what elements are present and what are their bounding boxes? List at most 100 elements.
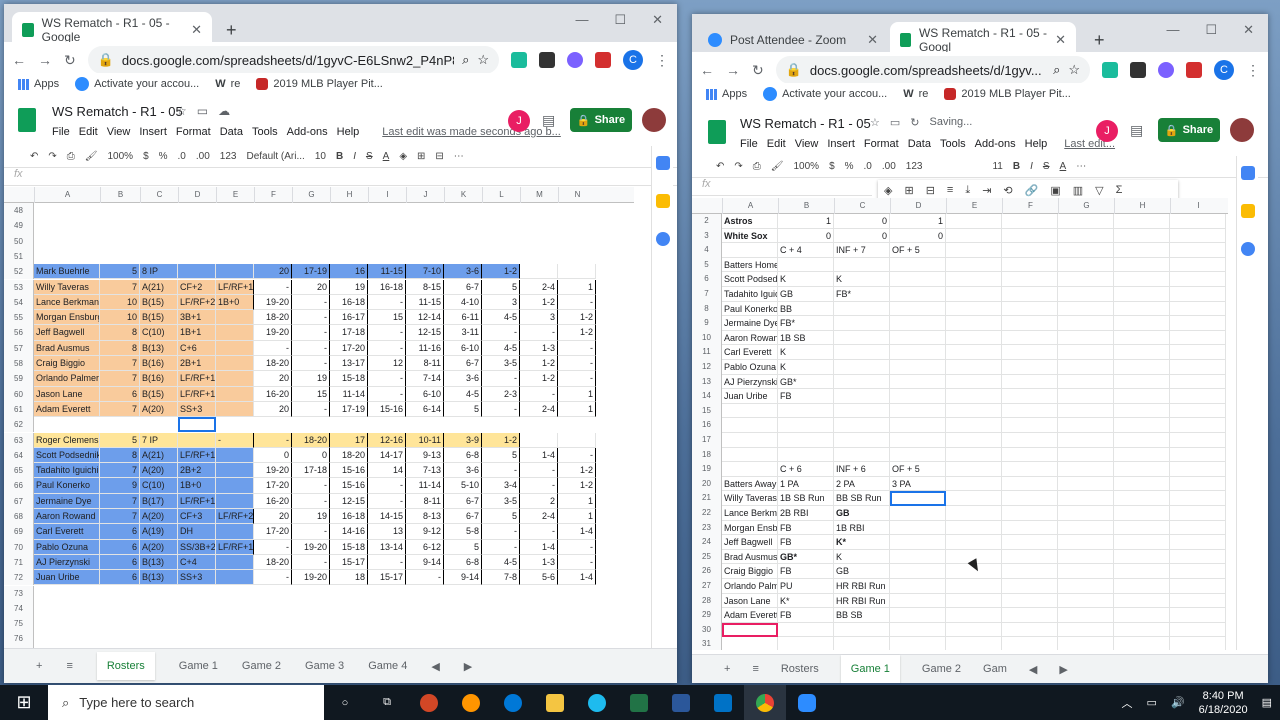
sheet-tab-game-1[interactable]: Game 1 [179,660,218,672]
grid-cell[interactable]: INF + 7 [834,243,890,258]
grid-cell[interactable] [1002,316,1058,331]
grid-cell[interactable]: 1 [558,386,596,402]
grid-cell[interactable] [1058,243,1114,258]
row-header[interactable]: 30 [692,622,722,638]
sheets-logo-icon[interactable] [708,120,726,144]
grid-cell[interactable] [178,264,216,280]
bookmark-item[interactable]: Activate your accou... [75,77,199,91]
grid-cell[interactable] [1170,389,1226,404]
close-tab-icon[interactable]: ✕ [191,22,202,38]
grid-cell[interactable] [946,579,1002,594]
grid-cell[interactable] [1114,345,1170,360]
grid-cell[interactable]: 13-17 [330,356,368,372]
grid-cell[interactable]: 7 [100,509,140,525]
grid-cell[interactable]: 1-4 [520,539,558,555]
row-header[interactable]: 61 [4,401,34,418]
menu-view[interactable]: View [107,126,131,138]
grid-cell[interactable]: 17-20 [254,478,292,494]
row-header[interactable]: 27 [692,579,722,594]
grid-cell[interactable] [1170,491,1226,506]
row-header[interactable]: 59 [4,371,34,387]
menu-data[interactable]: Data [908,138,931,150]
column-header[interactable]: C [834,198,890,214]
grid-cell[interactable]: LF/RF+1 [216,539,254,555]
grid-cell[interactable] [890,549,946,565]
grid-cell[interactable] [834,433,890,448]
grid-cell[interactable] [1002,476,1058,492]
zoom-search-icon[interactable]: ⌕ [1053,62,1060,78]
grid-cell[interactable]: 6-10 [444,340,482,356]
grid-cell[interactable]: 12-15 [330,493,368,509]
sheet-tab-game-2[interactable]: Game 2 [922,663,961,675]
bookmark-item[interactable]: 2019 MLB Player Pit... [256,78,383,90]
grid-cell[interactable]: Pablo Ozuna [722,360,778,375]
extension-icon[interactable] [1186,62,1202,78]
grid-cell[interactable] [1058,433,1114,448]
grid-cell[interactable] [834,418,890,433]
grid-cell[interactable] [946,433,1002,448]
grid-cell[interactable] [1170,535,1226,550]
grid-cell[interactable] [1002,243,1058,258]
grid-cell[interactable] [890,345,946,360]
row-header[interactable]: 29 [692,608,722,623]
grid-cell[interactable] [216,264,254,280]
grid-cell[interactable] [1114,593,1170,609]
row-header[interactable]: 18 [692,447,722,463]
grid-cell[interactable]: 8 [100,325,140,341]
grid-cell[interactable]: GB [834,506,890,521]
grid-cell[interactable]: Pablo Ozuna [34,539,100,555]
grid-cell[interactable]: 15-16 [330,463,368,479]
row-header[interactable]: 5 [692,257,722,273]
grid-cell[interactable] [722,447,778,463]
grid-cell[interactable]: 15-17 [330,554,368,571]
bookmark-item[interactable]: Activate your accou... [763,87,887,101]
row-header[interactable]: 74 [4,600,34,617]
profile-avatar[interactable]: C [623,50,643,70]
grid-cell[interactable] [1058,287,1114,302]
grid-cell[interactable]: K [834,549,890,565]
grid-cell[interactable]: 8 [100,447,140,464]
menu-tools[interactable]: Tools [940,138,966,150]
grid-cell[interactable] [216,447,254,464]
grid-cell[interactable]: AJ Pierzynski [722,374,778,390]
grid-cell[interactable]: 6-11 [444,310,482,326]
column-header[interactable]: H [330,187,368,203]
edge-icon[interactable] [492,685,534,720]
grid-cell[interactable]: - [520,463,558,479]
grid-cell[interactable]: K [778,272,834,287]
grid-cell[interactable]: K [834,272,890,287]
grid-cell[interactable] [1058,622,1114,638]
comment-icon[interactable]: ▣ [1050,184,1060,197]
grid-cell[interactable]: 2 [520,493,558,509]
keep-icon[interactable] [655,194,670,208]
row-header[interactable]: 76 [4,631,34,647]
menu-edit[interactable]: Edit [79,126,98,138]
grid-cell[interactable]: 1-4 [520,447,558,464]
cortana-icon[interactable]: ○ [324,685,366,720]
grid-cell[interactable]: - [292,493,330,509]
grid-cell[interactable]: - [558,447,596,464]
grid-cell[interactable]: Jason Lane [34,386,100,402]
menu-kebab-icon[interactable]: ⋮ [655,52,669,69]
grid-cell[interactable] [1114,389,1170,404]
grid-cell[interactable]: 9-12 [406,524,444,540]
grid-cell[interactable]: Scott Podsedn [722,272,778,287]
add-sheet-icon[interactable]: + [36,660,42,672]
row-header[interactable]: 52 [4,264,34,280]
grid-cell[interactable] [778,403,834,419]
row-header[interactable]: 19 [692,462,722,477]
grid-cell[interactable] [1114,462,1170,477]
grid-cell[interactable]: - [482,463,520,479]
grid-cell[interactable] [1002,272,1058,287]
grid-cell[interactable]: K [778,345,834,360]
keep-icon[interactable] [1240,204,1255,218]
menu-file[interactable]: File [52,126,70,138]
grid-cell[interactable]: FB* [778,316,834,331]
grid-cell[interactable] [946,622,1002,638]
grid-cell[interactable] [890,287,946,302]
grid-cell[interactable]: 0 [834,214,890,229]
grid-cell[interactable] [1170,418,1226,433]
grid-cell[interactable]: 10 [100,294,140,311]
grid-cell[interactable] [1002,535,1058,550]
grid-cell[interactable]: 1-2 [558,463,596,479]
